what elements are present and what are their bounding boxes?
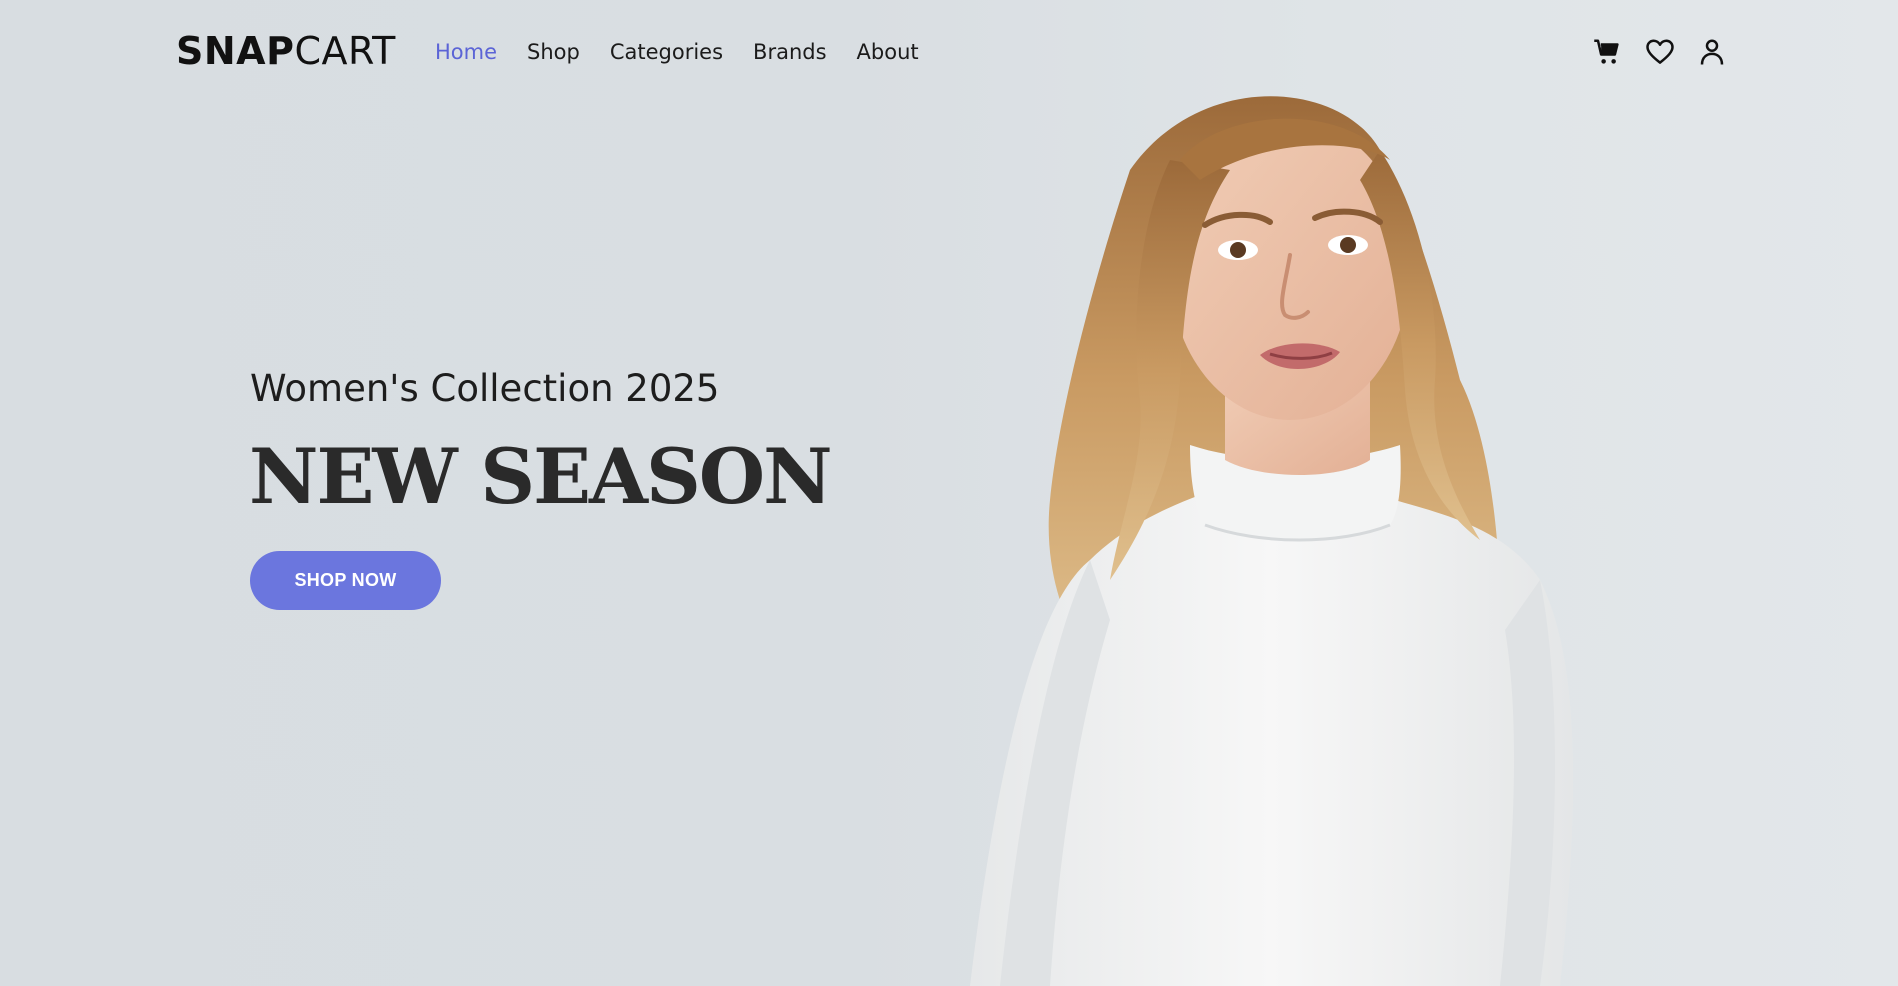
brand-logo[interactable]: SNAPCART <box>176 28 396 74</box>
heart-icon[interactable] <box>1644 36 1676 68</box>
nav-home[interactable]: Home <box>435 38 497 66</box>
logo-bold-text: SNAP <box>176 29 295 73</box>
main-nav: Home Shop Categories Brands About <box>435 38 919 66</box>
site-header: SNAPCART Home Shop Categories Brands Abo… <box>0 0 1898 104</box>
model-image <box>970 96 1574 986</box>
user-icon[interactable] <box>1696 36 1728 68</box>
logo-light-text: CART <box>294 29 396 73</box>
nav-about[interactable]: About <box>857 38 919 66</box>
shop-now-button[interactable]: SHOP NOW <box>250 551 441 610</box>
cart-icon[interactable] <box>1592 36 1624 68</box>
nav-brands[interactable]: Brands <box>753 38 827 66</box>
hero-subtitle: Women's Collection 2025 <box>250 367 720 410</box>
header-actions <box>1592 36 1728 68</box>
nav-shop[interactable]: Shop <box>527 38 580 66</box>
hero-headline: NEW SEASON <box>249 432 833 521</box>
nav-categories[interactable]: Categories <box>610 38 723 66</box>
